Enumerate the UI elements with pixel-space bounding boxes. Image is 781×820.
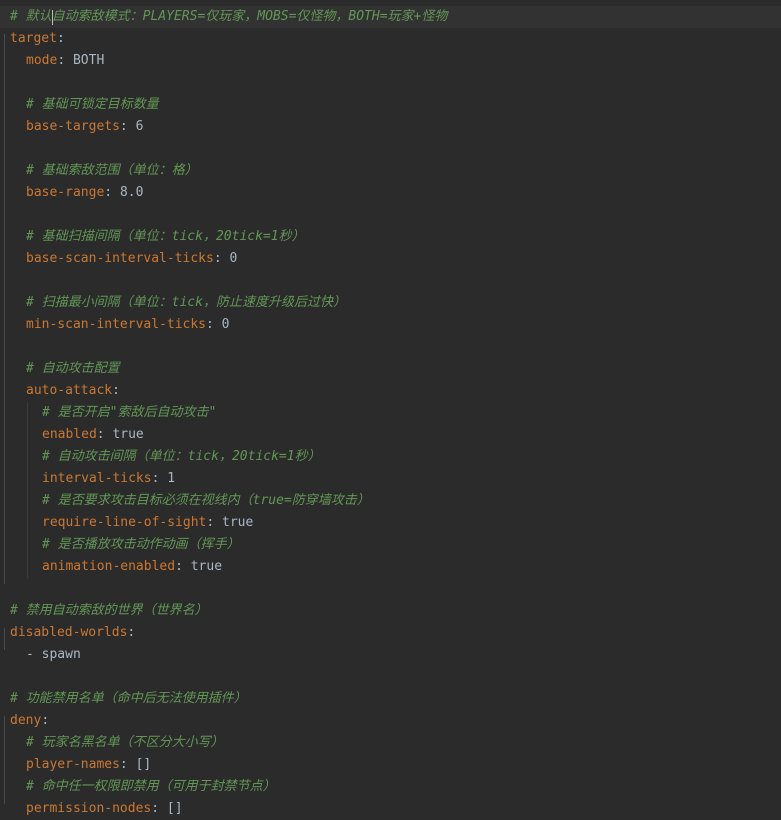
comment-text: # 基础索敌范围（单位：格）: [26, 163, 198, 178]
comment-text: # 功能禁用名单（命中后无法使用插件）: [10, 691, 247, 706]
fold-guide: [4, 628, 5, 650]
code-line[interactable]: player-names: []: [0, 754, 781, 776]
yaml-key: permission-nodes: [26, 801, 152, 816]
blank-line[interactable]: [0, 270, 781, 292]
yaml-key: require-line-of-sight: [42, 515, 207, 530]
colon: :: [206, 317, 214, 332]
code-line[interactable]: # 基础可锁定目标数量: [0, 94, 781, 116]
yaml-key: interval-ticks: [42, 471, 152, 486]
colon: :: [119, 119, 128, 134]
comment-text: # 是否开启"索敌后自动攻击": [42, 405, 217, 420]
yaml-key: disabled-worlds: [10, 625, 128, 640]
code-line[interactable]: deny:: [0, 710, 781, 732]
yaml-key: base-scan-interval-ticks: [26, 251, 214, 266]
code-line[interactable]: # 是否开启"索敌后自动攻击": [0, 402, 781, 424]
comment-text: # 自动攻击间隔（单位：tick，20tick=1秒）: [42, 449, 321, 464]
colon: :: [41, 713, 50, 728]
yaml-value: 8.0: [119, 185, 144, 200]
yaml-value: 6: [135, 119, 144, 134]
code-line[interactable]: # 功能禁用名单（命中后无法使用插件）: [0, 688, 781, 710]
colon: :: [104, 185, 113, 200]
code-line[interactable]: target:: [0, 28, 781, 50]
comment-text: # 禁用自动索敌的世界（世界名）: [10, 603, 208, 618]
colon: :: [175, 559, 183, 574]
yaml-key: base-range: [26, 185, 105, 200]
code-line[interactable]: - spawn: [0, 644, 781, 666]
code-line[interactable]: # 自动攻击配置: [0, 358, 781, 380]
code-line[interactable]: mode: BOTH: [0, 50, 781, 72]
text-caret: [52, 10, 53, 25]
colon: :: [151, 801, 160, 816]
code-line[interactable]: # 扫描最小间隔（单位：tick，防止速度升级后过快）: [0, 292, 781, 314]
yaml-key: min-scan-interval-ticks: [26, 317, 207, 332]
fold-guide: [4, 34, 5, 584]
comment-text: # 自动攻击配置: [26, 361, 120, 376]
yaml-value: []: [166, 801, 183, 816]
code-line[interactable]: # 基础扫描间隔（单位：tick，20tick=1秒）: [0, 226, 781, 248]
blank-line[interactable]: [0, 666, 781, 688]
yaml-value: 1: [167, 471, 176, 486]
code-line[interactable]: interval-ticks: 1: [0, 468, 781, 490]
comment-text: # 基础可锁定目标数量: [26, 97, 159, 112]
code-line[interactable]: # 玩家名黑名单（不区分大小写）: [0, 732, 781, 754]
yaml-value: 0: [229, 251, 238, 266]
yaml-value: BOTH: [72, 53, 105, 68]
blank-line[interactable]: [0, 578, 781, 600]
blank-line[interactable]: [0, 138, 781, 160]
code-editor[interactable]: # 默认自动索敌模式：PLAYERS=仅玩家，MOBS=仅怪物，BOTH=玩家+…: [0, 0, 781, 818]
code-line[interactable]: base-range: 8.0: [0, 182, 781, 204]
yaml-key: base-targets: [26, 119, 120, 134]
colon: :: [127, 625, 136, 640]
code-line[interactable]: # 默认自动索敌模式：PLAYERS=仅玩家，MOBS=仅怪物，BOTH=玩家+…: [0, 6, 781, 28]
comment-text: # 是否要求攻击目标必须在视线内（true=防穿墙攻击）: [42, 493, 370, 508]
yaml-value: true: [190, 559, 223, 574]
code-line[interactable]: # 是否要求攻击目标必须在视线内（true=防穿墙攻击）: [0, 490, 781, 512]
comment-text: # 玩家名黑名单（不区分大小写）: [26, 735, 224, 750]
colon: :: [206, 515, 215, 530]
colon: :: [119, 757, 128, 772]
yaml-key: deny: [10, 713, 42, 728]
list-item-text: - spawn: [26, 647, 81, 662]
code-line[interactable]: base-scan-interval-ticks: 0: [0, 248, 781, 270]
comment-text: # 扫描最小间隔（单位：tick，防止速度升级后过快）: [26, 295, 346, 310]
yaml-key: animation-enabled: [42, 559, 176, 574]
yaml-key: player-names: [26, 757, 120, 772]
code-line[interactable]: animation-enabled: true: [0, 556, 781, 578]
colon: :: [213, 251, 222, 266]
yaml-key: auto-attack: [26, 383, 113, 398]
comment-text: # 命中任一权限即禁用（可用于封禁节点）: [26, 779, 276, 794]
code-line[interactable]: permission-nodes: []: [0, 798, 781, 820]
code-line[interactable]: auto-attack:: [0, 380, 781, 402]
code-line[interactable]: require-line-of-sight: true: [0, 512, 781, 534]
colon: :: [112, 383, 120, 398]
code-line[interactable]: enabled: true: [0, 424, 781, 446]
indent-guide: [27, 402, 28, 578]
yaml-key: enabled: [42, 427, 97, 442]
code-line[interactable]: # 禁用自动索敌的世界（世界名）: [0, 600, 781, 622]
yaml-value: true: [222, 515, 254, 530]
colon: :: [57, 53, 66, 68]
code-line[interactable]: base-targets: 6: [0, 116, 781, 138]
colon: :: [56, 31, 65, 46]
fold-guide: [4, 716, 5, 804]
colon: :: [151, 471, 160, 486]
code-line[interactable]: min-scan-interval-ticks: 0: [0, 314, 781, 336]
blank-line[interactable]: [0, 336, 781, 358]
code-line[interactable]: # 命中任一权限即禁用（可用于封禁节点）: [0, 776, 781, 798]
blank-line[interactable]: [0, 204, 781, 226]
yaml-key: target: [10, 31, 57, 46]
comment-text: # 默认自动索敌模式：PLAYERS=仅玩家，MOBS=仅怪物，BOTH=玩家+…: [10, 9, 448, 24]
code-line[interactable]: # 是否播放攻击动作动画（挥手）: [0, 534, 781, 556]
blank-line[interactable]: [0, 72, 781, 94]
code-line[interactable]: # 基础索敌范围（单位：格）: [0, 160, 781, 182]
yaml-value: []: [135, 757, 152, 772]
code-line[interactable]: # 自动攻击间隔（单位：tick，20tick=1秒）: [0, 446, 781, 468]
code-line[interactable]: disabled-worlds:: [0, 622, 781, 644]
yaml-value: 0: [221, 317, 230, 332]
comment-text: # 基础扫描间隔（单位：tick，20tick=1秒）: [26, 229, 305, 244]
yaml-key: mode: [26, 53, 58, 68]
colon: :: [96, 427, 105, 442]
yaml-value: true: [112, 427, 144, 442]
comment-text: # 是否播放攻击动作动画（挥手）: [42, 537, 240, 552]
